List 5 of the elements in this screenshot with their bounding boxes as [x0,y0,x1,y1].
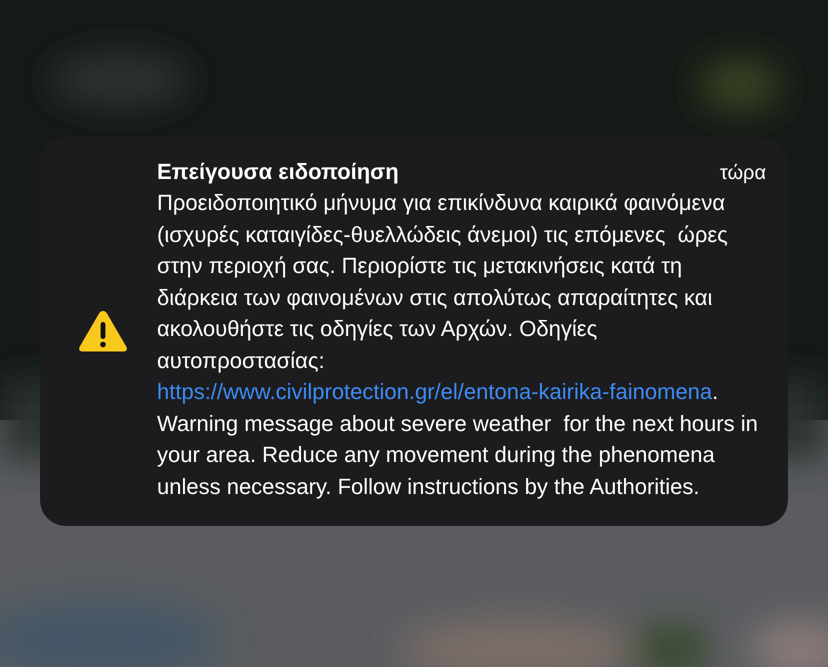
link[interactable]: https://www.civilprotection.gr/el/entona-kairika-fainomena [157,379,712,404]
notification-title: Επείγουσα ειδοποίηση [157,159,399,185]
notification-card[interactable] [40,137,788,526]
notification-time: τώρα [720,162,766,185]
notification-message: Προειδοποιητικό μήνυμα για επικίνδυνα καιρικά φαινόμενα (ισχυρές καταιγίδες-θυελλώδεις άνεμοι) τις επόμενες ώρες στην περιοχή σας. Περιορίστε τις μετακινήσεις κατά τη διάρκεια των φαινομένων στις απολύτως απαραίτητες και ακολουθήστε τις οδηγίες των Αρχών. Οδηγίες αυτοπροστασίας: https://www.civilprotection.gr/el/entona-kairika-fainomena. Warning message about severe weather for the next hours in your area. Reduce any movement during the phenomena unless necessary. Follow instructions by the Authorities. [157,189,759,501]
